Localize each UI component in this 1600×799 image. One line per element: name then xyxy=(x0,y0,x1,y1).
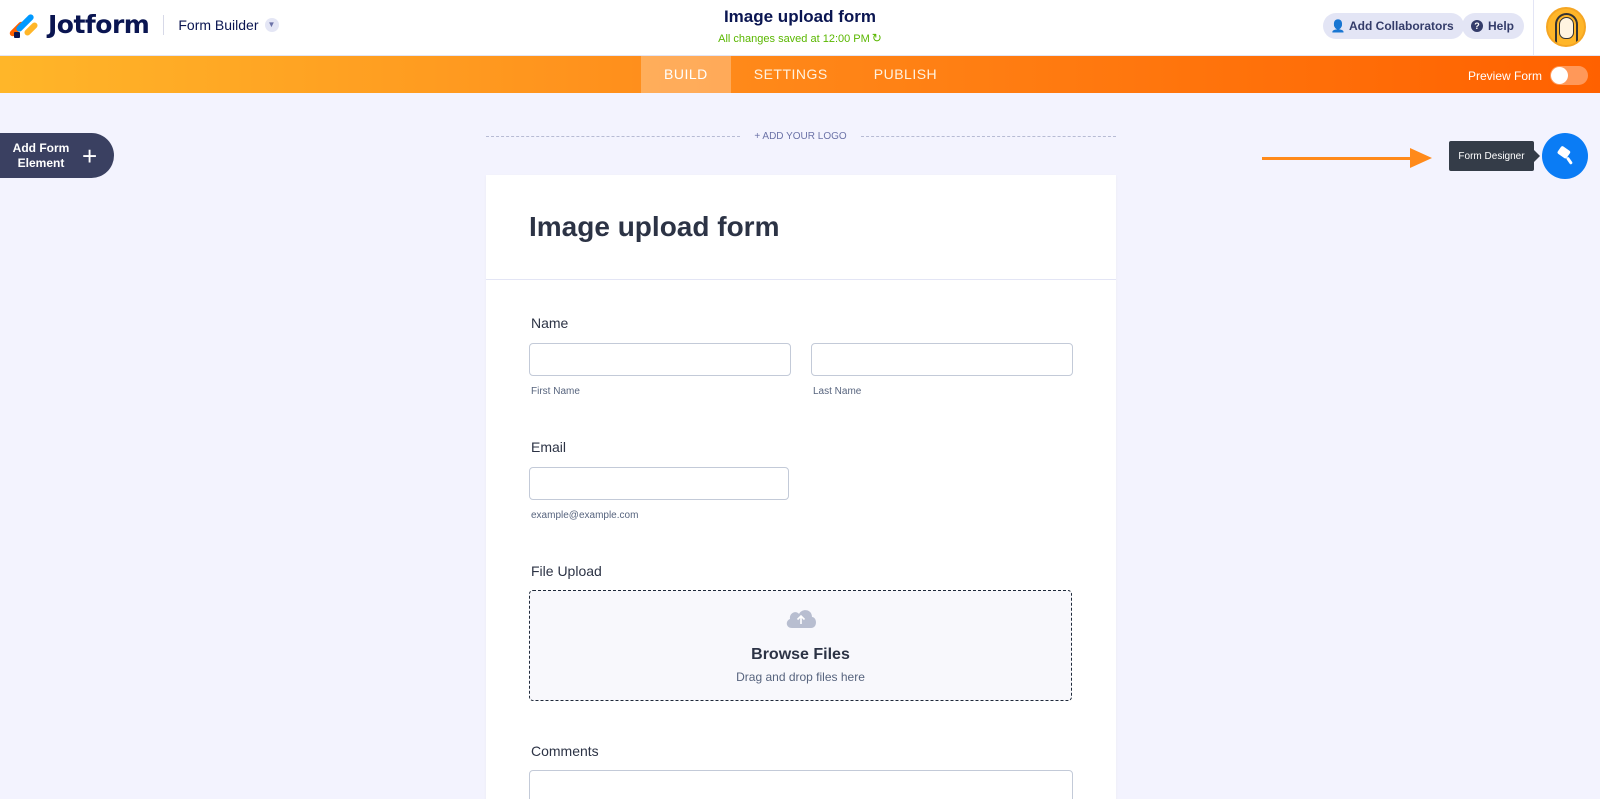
avatar[interactable] xyxy=(1546,7,1586,47)
cloud-upload-icon xyxy=(786,610,816,628)
add-collaborators-label: Add Collaborators xyxy=(1349,19,1454,33)
email-sublabel: example@example.com xyxy=(531,510,639,521)
add-form-element-label: Add Form Element xyxy=(0,141,82,171)
help-button[interactable]: ? Help xyxy=(1462,13,1525,39)
tab-build[interactable]: BUILD xyxy=(641,56,731,93)
dashed-divider xyxy=(861,136,1116,137)
builder-nav-bar: BUILD SETTINGS PUBLISH Preview Form xyxy=(0,56,1600,93)
form-header: Image upload form xyxy=(486,175,1116,280)
person-icon: 👤 xyxy=(1330,19,1346,33)
file-upload-label[interactable]: File Upload xyxy=(531,563,602,579)
drag-drop-hint: Drag and drop files here xyxy=(736,670,865,684)
add-collaborators-button[interactable]: 👤 Add Collaborators xyxy=(1323,13,1464,39)
help-label: Help xyxy=(1488,19,1515,33)
form-designer-tooltip: Form Designer xyxy=(1449,141,1540,171)
header-divider xyxy=(1533,0,1534,56)
comments-textarea[interactable] xyxy=(529,770,1073,799)
toggle-knob xyxy=(1551,67,1568,84)
add-form-element-label-line2: Element xyxy=(17,155,65,170)
preview-form: Preview Form xyxy=(1468,66,1588,85)
annotation-arrow xyxy=(1262,157,1412,160)
refresh-icon: ↻ xyxy=(871,31,882,45)
dashed-divider xyxy=(486,136,740,137)
preview-form-label: Preview Form xyxy=(1467,68,1542,83)
comments-label[interactable]: Comments xyxy=(531,743,599,759)
add-logo-button[interactable]: + ADD YOUR LOGO xyxy=(740,131,861,142)
browse-files-label: Browse Files xyxy=(751,646,850,663)
name-label[interactable]: Name xyxy=(531,315,568,331)
first-name-input[interactable] xyxy=(529,343,791,376)
form-heading[interactable]: Image upload form xyxy=(529,211,779,243)
form-designer-button[interactable] xyxy=(1542,133,1588,179)
builder-tabs: BUILD SETTINGS PUBLISH xyxy=(641,56,960,93)
paint-roller-icon xyxy=(1557,146,1573,165)
question-icon: ? xyxy=(1471,20,1483,32)
form-card: Image upload form Name First Name Last N… xyxy=(486,175,1116,799)
first-name-sublabel: First Name xyxy=(531,386,580,397)
annotation-arrow-head xyxy=(1410,148,1432,168)
tab-settings[interactable]: SETTINGS xyxy=(731,56,851,93)
add-logo-area: + ADD YOUR LOGO xyxy=(486,130,1116,144)
preview-form-toggle[interactable] xyxy=(1550,66,1588,85)
tab-publish[interactable]: PUBLISH xyxy=(851,56,960,93)
save-status-text: All changes saved at 12:00 PM xyxy=(718,33,870,45)
email-field[interactable] xyxy=(529,467,789,500)
file-upload-dropzone[interactable]: Browse Files Drag and drop files here xyxy=(529,590,1072,701)
last-name-sublabel: Last Name xyxy=(813,386,862,397)
plus-icon: + xyxy=(82,140,98,171)
add-form-element-label-line1: Add Form xyxy=(12,140,70,155)
top-header: Jotform Form Builder ▼ Image upload form… xyxy=(0,0,1600,56)
email-label[interactable]: Email xyxy=(531,439,566,455)
add-form-element-button[interactable]: Add Form Element + xyxy=(0,133,114,178)
last-name-input[interactable] xyxy=(811,343,1073,376)
avatar-face xyxy=(1559,17,1574,39)
